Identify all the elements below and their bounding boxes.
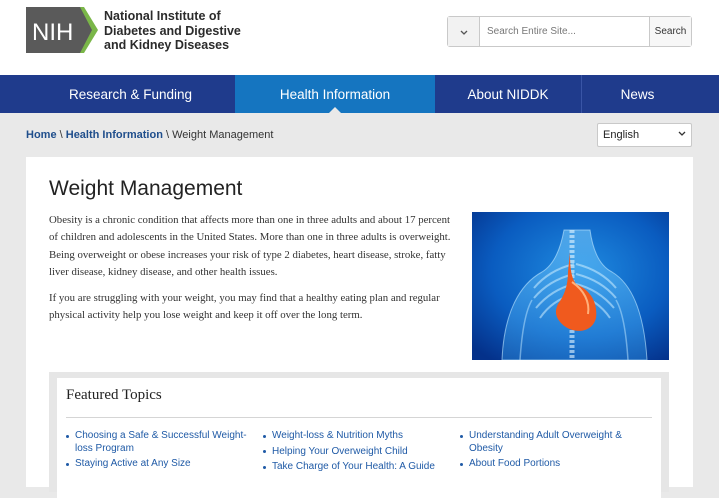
nav-news[interactable]: News (581, 75, 693, 113)
content-card: Weight Management Obesity is a chronic c… (26, 157, 693, 498)
featured-link[interactable]: Helping Your Overweight Child (263, 446, 448, 459)
org-name-line: and Kidney Diseases (104, 38, 230, 52)
featured-link[interactable]: Take Charge of Your Health: A Guide (263, 461, 448, 474)
chevron-down-icon (678, 129, 686, 142)
breadcrumb-separator: \ (59, 129, 63, 141)
chevron-down-icon (460, 23, 468, 41)
search-scope-dropdown[interactable] (448, 17, 480, 46)
intro-paragraph: Obesity is a chronic condition that affe… (49, 214, 451, 279)
hero-image (472, 212, 669, 360)
page-title: Weight Management (49, 177, 243, 200)
breadcrumb-current: Weight Management (172, 129, 274, 141)
nav-label: Health Information (279, 86, 391, 102)
featured-link[interactable]: Choosing a Safe & Successful Weight-loss… (66, 430, 251, 455)
featured-topics-panel: Featured Topics Choosing a Safe & Succes… (57, 378, 661, 498)
featured-column: Understanding Adult Overweight & Obesity… (460, 430, 645, 474)
org-name-line: National Institute of (104, 9, 221, 23)
breadcrumb-separator: \ (165, 129, 170, 141)
featured-link[interactable]: Understanding Adult Overweight & Obesity (460, 430, 645, 455)
intro-paragraph: If you are struggling with your weight, … (49, 292, 440, 322)
site-search: Search (447, 16, 692, 47)
divider (66, 417, 652, 418)
breadcrumb: Home \ Health Information \ Weight Manag… (26, 129, 273, 141)
featured-topics-title: Featured Topics (66, 387, 162, 403)
language-select[interactable]: English (597, 123, 692, 147)
active-caret-icon (329, 107, 341, 113)
featured-column: Choosing a Safe & Successful Weight-loss… (66, 430, 251, 474)
search-input[interactable] (480, 17, 650, 46)
main-nav: Research & Funding Health Information Ab… (0, 75, 719, 113)
breadcrumb-home[interactable]: Home (26, 129, 57, 141)
nih-logo[interactable]: NIH (26, 7, 100, 53)
org-name-line: Diabetes and Digestive (104, 23, 241, 38)
org-name[interactable]: National Institute of Diabetes and Diges… (104, 9, 241, 53)
featured-column: Weight-loss & Nutrition Myths Helping Yo… (263, 430, 448, 477)
nav-about-niddk[interactable]: About NIDDK (435, 75, 581, 113)
featured-link[interactable]: Staying Active at Any Size (66, 458, 251, 471)
featured-topics-section: Featured Topics Choosing a Safe & Succes… (49, 372, 669, 498)
language-value: English (603, 129, 640, 141)
site-header: NIH National Institute of Diabetes and D… (0, 0, 719, 75)
nav-research-funding[interactable]: Research & Funding (26, 75, 235, 113)
search-button[interactable]: Search (649, 17, 691, 46)
svg-text:NIH: NIH (32, 19, 73, 46)
nav-health-information[interactable]: Health Information (235, 75, 435, 113)
breadcrumb-health-information[interactable]: Health Information (66, 129, 163, 141)
featured-link[interactable]: Weight-loss & Nutrition Myths (263, 430, 448, 443)
featured-link[interactable]: About Food Portions (460, 458, 645, 471)
